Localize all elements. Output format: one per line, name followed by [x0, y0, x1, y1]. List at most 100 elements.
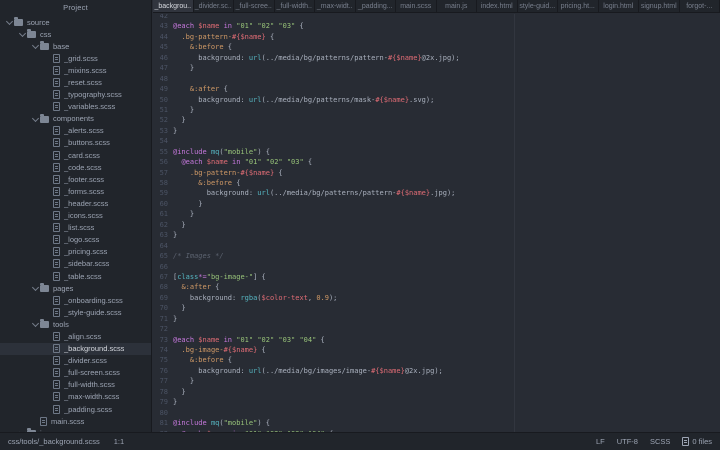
- tab-index-html[interactable]: index.html: [477, 0, 518, 12]
- tree-item-grid-scss[interactable]: _grid.scss: [0, 52, 151, 64]
- code-line[interactable]: 49 &:after {: [153, 84, 720, 94]
- code-line[interactable]: 48: [153, 74, 720, 84]
- code-line[interactable]: 42: [153, 14, 720, 21]
- tree-item-mixins-scss[interactable]: _mixins.scss: [0, 64, 151, 76]
- tree-item-logo-scss[interactable]: _logo.scss: [0, 234, 151, 246]
- tab-padding[interactable]: _padding...: [356, 0, 397, 12]
- tree-item-forms-scss[interactable]: _forms.scss: [0, 185, 151, 197]
- code-line[interactable]: 51 }: [153, 105, 720, 115]
- code-line[interactable]: 59 background: url(../media/bg/patterns/…: [153, 188, 720, 198]
- chevron-down-icon[interactable]: [32, 42, 40, 50]
- code-line[interactable]: 72: [153, 324, 720, 334]
- tree-item-onboarding-scss[interactable]: _onboarding.scss: [0, 294, 151, 306]
- tree-item-alerts-scss[interactable]: _alerts.scss: [0, 125, 151, 137]
- code-line[interactable]: 74 .bg-image-#{$name} {: [153, 345, 720, 355]
- code-line[interactable]: 56 @each $name in "01" "02" "03" {: [153, 157, 720, 167]
- git-status[interactable]: 0 files: [682, 437, 712, 446]
- code-line[interactable]: 54: [153, 136, 720, 146]
- code-line[interactable]: 71}: [153, 314, 720, 324]
- tree-item-background-scss[interactable]: _background.scss: [0, 343, 151, 355]
- tree-item-style-guide-scss[interactable]: _style-guide.scss: [0, 306, 151, 318]
- code-line[interactable]: 47 }: [153, 63, 720, 73]
- tab-backgrou[interactable]: _backgrou..: [153, 0, 194, 12]
- tree-item-sidebar-scss[interactable]: _sidebar.scss: [0, 258, 151, 270]
- code-line[interactable]: 55@include mq("mobile") {: [153, 147, 720, 157]
- tree-item-align-scss[interactable]: _align.scss: [0, 330, 151, 342]
- code-line[interactable]: 78 }: [153, 387, 720, 397]
- tab-signup-html[interactable]: signup.html: [639, 0, 680, 12]
- tree-item-divider-scss[interactable]: _divider.scss: [0, 355, 151, 367]
- tab-full-width[interactable]: _full-width..: [275, 0, 316, 12]
- status-line-ending[interactable]: LF: [596, 437, 605, 446]
- tab-pricing-ht[interactable]: pricing.ht...: [558, 0, 599, 12]
- chevron-down-icon[interactable]: [32, 284, 40, 292]
- code-line[interactable]: 43@each $name in "01" "02" "03" {: [153, 21, 720, 31]
- code-line[interactable]: 61 }: [153, 209, 720, 219]
- tree-item-footer-scss[interactable]: _footer.scss: [0, 173, 151, 185]
- code-line[interactable]: 44 .bg-pattern-#{$name} {: [153, 32, 720, 42]
- tree-item-pricing-scss[interactable]: _pricing.scss: [0, 246, 151, 258]
- status-cursor-position[interactable]: 1:1: [114, 437, 124, 446]
- tab-main-js[interactable]: main.js: [437, 0, 478, 12]
- code-line[interactable]: 60 }: [153, 199, 720, 209]
- tree-item-source[interactable]: source: [0, 16, 151, 28]
- tree-item-padding-scss[interactable]: _padding.scss: [0, 403, 151, 415]
- tree-item-reset-scss[interactable]: _reset.scss: [0, 76, 151, 88]
- chevron-down-icon[interactable]: [19, 30, 27, 38]
- tab-divider-sc[interactable]: _divider.sc..: [194, 0, 235, 12]
- tree-item-css[interactable]: css: [0, 28, 151, 40]
- tree-item-full-width-scss[interactable]: _full-width.scss: [0, 379, 151, 391]
- tab-login-html[interactable]: login.html: [599, 0, 640, 12]
- tree-item-main-scss[interactable]: main.scss: [0, 415, 151, 427]
- code-line[interactable]: 77 }: [153, 376, 720, 386]
- tree-item-typography-scss[interactable]: _typography.scss: [0, 89, 151, 101]
- code-line[interactable]: 50 background: url(../media/bg/patterns/…: [153, 95, 720, 105]
- code-line[interactable]: 53}: [153, 126, 720, 136]
- status-grammar[interactable]: SCSS: [650, 437, 670, 446]
- code-editor[interactable]: 4243@each $name in "01" "02" "03" {44 .b…: [153, 14, 720, 432]
- code-line[interactable]: 70 }: [153, 303, 720, 313]
- tab-main-scss[interactable]: main.scss: [396, 0, 437, 12]
- code-line[interactable]: 52 }: [153, 115, 720, 125]
- tab-style-guid[interactable]: style-guid...: [518, 0, 559, 12]
- code-line[interactable]: 64: [153, 241, 720, 251]
- code-line[interactable]: 75 &:before {: [153, 355, 720, 365]
- tree-item-components[interactable]: components: [0, 113, 151, 125]
- status-encoding[interactable]: UTF-8: [617, 437, 638, 446]
- tree-item-icons-scss[interactable]: _icons.scss: [0, 210, 151, 222]
- code-line[interactable]: 76 background: url(../media/bg/images/im…: [153, 366, 720, 376]
- chevron-down-icon[interactable]: [32, 115, 40, 123]
- tree-item-card-scss[interactable]: _card.scss: [0, 149, 151, 161]
- code-line[interactable]: 65/* Images */: [153, 251, 720, 261]
- code-line[interactable]: 62 }: [153, 220, 720, 230]
- code-line[interactable]: 46 background: url(../media/bg/patterns/…: [153, 53, 720, 63]
- code-line[interactable]: 81@include mq("mobile") {: [153, 418, 720, 428]
- tab-full-scree[interactable]: _full-scree..: [234, 0, 275, 12]
- code-line[interactable]: 80: [153, 408, 720, 418]
- tab-forgot[interactable]: forgot-...: [680, 0, 720, 12]
- tree-item-header-scss[interactable]: _header.scss: [0, 197, 151, 209]
- code-line[interactable]: 57 .bg-pattern-#{$name} {: [153, 168, 720, 178]
- tree-item-pages[interactable]: pages: [0, 282, 151, 294]
- code-line[interactable]: 63}: [153, 230, 720, 240]
- code-line[interactable]: 68 &:after {: [153, 282, 720, 292]
- code-line[interactable]: 66: [153, 262, 720, 272]
- tab-max-widt[interactable]: _max-widt..: [315, 0, 356, 12]
- tree-item-table-scss[interactable]: _table.scss: [0, 270, 151, 282]
- chevron-down-icon[interactable]: [32, 320, 40, 328]
- tree-item-full-screen-scss[interactable]: _full-screen.scss: [0, 367, 151, 379]
- code-line[interactable]: 45 &:before {: [153, 42, 720, 52]
- tree-item-max-width-scss[interactable]: _max-width.scss: [0, 391, 151, 403]
- chevron-down-icon[interactable]: [6, 18, 14, 26]
- tree-item-tools[interactable]: tools: [0, 318, 151, 330]
- tree-item-base[interactable]: base: [0, 40, 151, 52]
- code-line[interactable]: 58 &:before {: [153, 178, 720, 188]
- code-line[interactable]: 73@each $name in "01" "02" "03" "04" {: [153, 335, 720, 345]
- code-line[interactable]: 79}: [153, 397, 720, 407]
- tree-item-buttons-scss[interactable]: _buttons.scss: [0, 137, 151, 149]
- code-line[interactable]: 69 background: rgba($color-text, 0.9);: [153, 293, 720, 303]
- tree-item-list-scss[interactable]: _list.scss: [0, 222, 151, 234]
- code-line[interactable]: 67[class*="bg-image-"] {: [153, 272, 720, 282]
- tree-item-variables-scss[interactable]: _variables.scss: [0, 101, 151, 113]
- tree-item-code-scss[interactable]: _code.scss: [0, 161, 151, 173]
